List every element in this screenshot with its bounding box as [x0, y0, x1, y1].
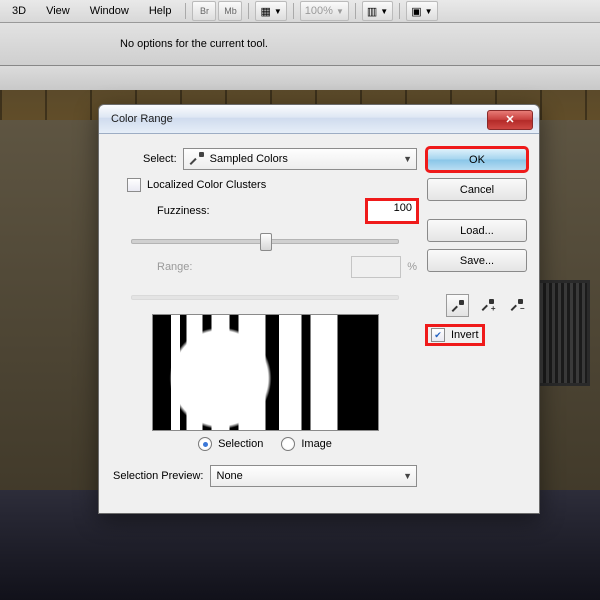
chevron-down-icon: ▼ [425, 7, 433, 16]
ok-button[interactable]: OK [427, 148, 527, 171]
invert-checkbox[interactable]: ✔ [431, 328, 445, 342]
dialog-right-panel: OK Cancel Load... Save... + − ✔ Invert [427, 148, 527, 495]
dialog-left-panel: Select: Sampled Colors ▼ Localized Color… [113, 148, 417, 495]
menu-help[interactable]: Help [141, 3, 180, 19]
toolbar-app-buttons: Br Mb [192, 1, 242, 21]
zoom-value: 100% [305, 5, 333, 17]
select-label: Select: [143, 153, 177, 165]
eyedropper-add-tool[interactable]: + [477, 294, 498, 315]
eyedropper-icon [452, 300, 464, 312]
sep [185, 3, 186, 19]
arrange-docs-dropdown[interactable]: ▥▼ [362, 1, 393, 21]
view-extras-dropdown[interactable]: ▦▼ [255, 1, 286, 21]
eyedropper-tools: + − [427, 294, 527, 317]
invert-label: Invert [451, 329, 479, 341]
eyedropper-icon [190, 152, 204, 166]
fuzziness-label: Fuzziness: [157, 205, 210, 217]
menu-window[interactable]: Window [82, 3, 137, 19]
chevron-down-icon: ▼ [274, 7, 282, 16]
fuzziness-input[interactable]: 100 [367, 200, 417, 222]
localized-label: Localized Color Clusters [147, 179, 266, 191]
layout-icon: ▥ [367, 5, 377, 18]
dialog-titlebar[interactable]: Color Range ✕ [99, 105, 539, 134]
range-label: Range: [157, 261, 192, 273]
sep [293, 3, 294, 19]
range-input [351, 256, 401, 278]
sep [399, 3, 400, 19]
screen-mode-dropdown[interactable]: ▣▼ [406, 1, 437, 21]
options-bar: No options for the current tool. [0, 23, 600, 66]
radio-image[interactable] [281, 437, 295, 451]
radio-selection-label: Selection [218, 438, 263, 450]
menu-3d[interactable]: 3D [4, 3, 34, 19]
sep [248, 3, 249, 19]
chevron-down-icon: ▼ [380, 7, 388, 16]
film-icon: ▦ [260, 5, 270, 18]
cancel-button[interactable]: Cancel [427, 178, 527, 201]
selection-preview-dropdown[interactable]: None ▼ [210, 465, 418, 487]
range-slider [131, 286, 399, 306]
options-bar-message: No options for the current tool. [120, 38, 268, 50]
load-button[interactable]: Load... [427, 219, 527, 242]
select-mode-dropdown[interactable]: Sampled Colors ▼ [183, 148, 417, 170]
menubar: 3D View Window Help Br Mb ▦▼ 100%▼ ▥▼ ▣▼ [0, 0, 600, 23]
selection-preview-thumbnail[interactable] [152, 314, 379, 431]
preview-image [153, 315, 378, 430]
dialog-title: Color Range [105, 113, 173, 125]
save-button[interactable]: Save... [427, 249, 527, 272]
zoom-dropdown[interactable]: 100%▼ [300, 1, 349, 21]
chevron-down-icon: ▼ [403, 471, 412, 481]
chevron-down-icon: ▼ [336, 7, 344, 16]
document-tabs-strip [0, 66, 600, 93]
select-mode-value: Sampled Colors [210, 153, 288, 165]
radio-selection[interactable] [198, 437, 212, 451]
screen-icon: ▣ [411, 5, 421, 18]
eyedropper-minus-icon: − [511, 299, 523, 311]
fuzziness-slider[interactable] [131, 230, 399, 250]
color-range-dialog: Color Range ✕ Select: Sampled Colors ▼ L… [98, 104, 540, 514]
sep [355, 3, 356, 19]
minibridge-button[interactable]: Mb [218, 1, 242, 21]
radio-image-label: Image [301, 438, 332, 450]
eyedropper-subtract-tool[interactable]: − [506, 294, 527, 315]
localized-checkbox[interactable] [127, 178, 141, 192]
slider-thumb[interactable] [260, 233, 272, 251]
close-button[interactable]: ✕ [487, 110, 533, 130]
menu-view[interactable]: View [38, 3, 78, 19]
bridge-button[interactable]: Br [192, 1, 216, 21]
selection-preview-label: Selection Preview: [113, 470, 204, 482]
range-suffix: % [407, 261, 417, 273]
eyedropper-tool[interactable] [446, 294, 469, 317]
eyedropper-plus-icon: + [482, 299, 494, 311]
selection-preview-value: None [217, 470, 243, 482]
chevron-down-icon: ▼ [403, 154, 412, 164]
close-icon: ✕ [505, 113, 514, 126]
